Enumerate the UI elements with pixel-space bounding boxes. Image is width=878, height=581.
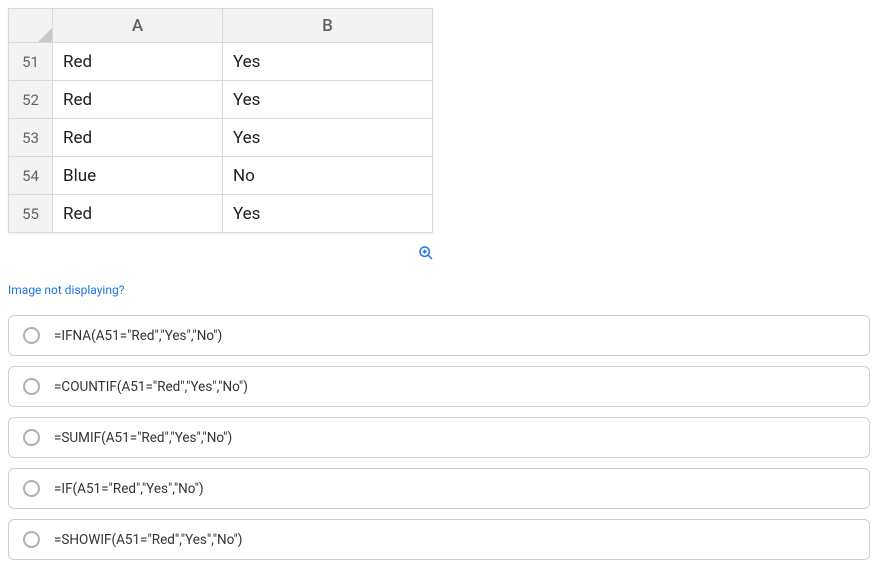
answer-options: =IFNA(A51="Red","Yes","No") =COUNTIF(A51… — [8, 315, 870, 560]
cell-a: Red — [53, 43, 223, 81]
cell-b: Yes — [223, 43, 433, 81]
row-number: 55 — [9, 195, 53, 233]
answer-option[interactable]: =IF(A51="Red","Yes","No") — [8, 468, 870, 509]
radio-icon — [23, 480, 40, 497]
answer-option[interactable]: =IFNA(A51="Red","Yes","No") — [8, 315, 870, 356]
row-number: 51 — [9, 43, 53, 81]
table-row: 53 Red Yes — [9, 119, 433, 157]
option-label: =COUNTIF(A51="Red","Yes","No") — [54, 379, 248, 395]
option-label: =SUMIF(A51="Red","Yes","No") — [54, 430, 232, 446]
cell-b: No — [223, 157, 433, 195]
zoom-in-icon[interactable] — [418, 245, 434, 265]
table-row: 55 Red Yes — [9, 195, 433, 233]
table-row: 54 Blue No — [9, 157, 433, 195]
radio-icon — [23, 429, 40, 446]
cell-a: Red — [53, 81, 223, 119]
option-label: =IFNA(A51="Red","Yes","No") — [54, 328, 222, 344]
cell-b: Yes — [223, 195, 433, 233]
image-not-displaying-link[interactable]: Image not displaying? — [8, 283, 124, 297]
cell-a: Blue — [53, 157, 223, 195]
radio-icon — [23, 327, 40, 344]
option-label: =SHOWIF(A51="Red","Yes","No") — [54, 532, 243, 548]
radio-icon — [23, 378, 40, 395]
row-number: 52 — [9, 81, 53, 119]
row-number: 53 — [9, 119, 53, 157]
column-header-a: A — [53, 9, 223, 43]
spreadsheet-table: A B 51 Red Yes 52 Red Yes 53 Red Yes 54 … — [8, 8, 433, 233]
cell-a: Red — [53, 195, 223, 233]
spreadsheet-corner — [9, 9, 53, 43]
table-row: 52 Red Yes — [9, 81, 433, 119]
answer-option[interactable]: =SUMIF(A51="Red","Yes","No") — [8, 417, 870, 458]
row-number: 54 — [9, 157, 53, 195]
column-header-b: B — [223, 9, 433, 43]
cell-b: Yes — [223, 119, 433, 157]
cell-a: Red — [53, 119, 223, 157]
option-label: =IF(A51="Red","Yes","No") — [54, 481, 204, 497]
table-row: 51 Red Yes — [9, 43, 433, 81]
answer-option[interactable]: =SHOWIF(A51="Red","Yes","No") — [8, 519, 870, 560]
radio-icon — [23, 531, 40, 548]
cell-b: Yes — [223, 81, 433, 119]
answer-option[interactable]: =COUNTIF(A51="Red","Yes","No") — [8, 366, 870, 407]
